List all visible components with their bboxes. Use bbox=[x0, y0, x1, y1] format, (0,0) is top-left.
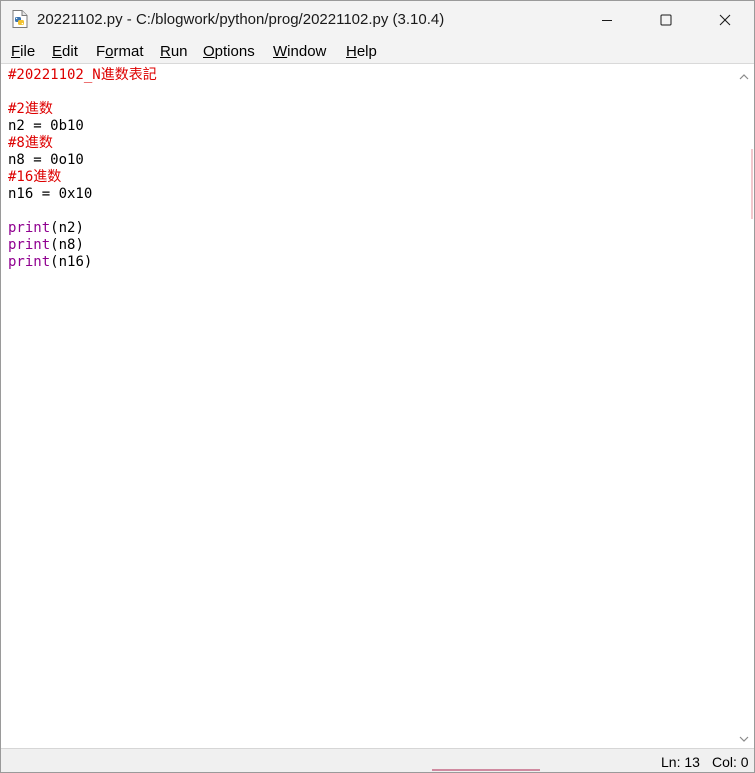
code-token-plain: (n16) bbox=[50, 254, 93, 270]
minimize-icon bbox=[602, 20, 612, 21]
menu-options-label: ptions bbox=[214, 43, 255, 60]
code-line[interactable]: #20221102_N進数表記 bbox=[8, 67, 157, 84]
menu-format-label: rmat bbox=[113, 43, 144, 60]
menu-window[interactable]: Window bbox=[273, 43, 326, 60]
code-editor[interactable]: #20221102_N進数表記 #2進数 n2 = 0b10 #8進数 n8 = 0o… bbox=[1, 64, 734, 748]
maximize-icon bbox=[660, 14, 672, 26]
menu-file[interactable]: File bbox=[11, 43, 35, 60]
title-bar[interactable]: 20221102.py - C:/blogwork/python/prog/20… bbox=[1, 1, 754, 39]
menu-options-accel: O bbox=[203, 43, 215, 60]
menu-file-label: ile bbox=[20, 43, 36, 60]
menu-format-prefix: F bbox=[96, 43, 106, 60]
menu-format-accel: o bbox=[105, 43, 114, 60]
menu-format[interactable]: Format bbox=[96, 43, 144, 60]
code-token-comment: #20221102_N進数表記 bbox=[8, 67, 157, 83]
code-line[interactable]: print(n2) bbox=[8, 220, 157, 237]
code-text[interactable]: #20221102_N進数表記 #2進数 n2 = 0b10 #8進数 n8 = 0o… bbox=[8, 67, 157, 271]
maximize-button[interactable] bbox=[637, 1, 695, 39]
code-line[interactable]: print(n8) bbox=[8, 237, 157, 254]
minimize-button[interactable] bbox=[578, 1, 636, 39]
code-token-plain: n8 = 0o10 bbox=[8, 152, 84, 168]
code-line[interactable]: n2 = 0b10 bbox=[8, 118, 157, 135]
code-token-builtin: print bbox=[8, 254, 51, 270]
menu-edit[interactable]: Edit bbox=[52, 43, 78, 60]
code-token-comment: #8進数 bbox=[8, 135, 53, 151]
window-title: 20221102.py - C:/blogwork/python/prog/20… bbox=[37, 11, 445, 28]
close-button[interactable] bbox=[696, 1, 754, 39]
menu-options[interactable]: Options bbox=[203, 43, 255, 60]
code-token-plain: (n2) bbox=[50, 220, 84, 236]
code-token-comment: #16進数 bbox=[8, 169, 62, 185]
code-line[interactable]: print(n16) bbox=[8, 254, 157, 271]
code-token-comment: #2進数 bbox=[8, 101, 53, 117]
code-line[interactable]: #16進数 bbox=[8, 169, 157, 186]
scroll-up-arrow-icon[interactable] bbox=[738, 69, 750, 80]
status-bar: Ln: 13 Col: 0 bbox=[1, 748, 754, 772]
code-line[interactable]: n16 = 0x10 bbox=[8, 186, 157, 203]
menu-help-label: elp bbox=[356, 43, 377, 60]
code-line[interactable]: #8進数 bbox=[8, 135, 157, 152]
close-icon bbox=[719, 14, 731, 26]
status-column-number: Col: 0 bbox=[712, 754, 749, 770]
menu-run-accel: R bbox=[160, 43, 171, 60]
menu-file-accel: F bbox=[11, 43, 21, 60]
menu-help[interactable]: Help bbox=[346, 43, 377, 60]
code-line[interactable] bbox=[8, 84, 157, 101]
scroll-down-arrow-icon[interactable] bbox=[738, 731, 750, 742]
vertical-scrollbar[interactable] bbox=[734, 64, 754, 748]
menu-bar: File Edit Format Run Options Window Help bbox=[1, 39, 754, 64]
menu-help-accel: H bbox=[346, 43, 357, 60]
menu-window-accel: W bbox=[273, 43, 288, 60]
menu-run[interactable]: Run bbox=[160, 43, 188, 60]
python-file-icon bbox=[12, 10, 28, 28]
code-token-builtin: print bbox=[8, 220, 51, 236]
code-token-plain: n16 = 0x10 bbox=[8, 186, 93, 202]
code-token-builtin: print bbox=[8, 237, 51, 253]
code-line[interactable]: n8 = 0o10 bbox=[8, 152, 157, 169]
menu-edit-label: dit bbox=[62, 43, 78, 60]
status-line-number: Ln: 13 bbox=[661, 754, 700, 770]
code-token-plain: n2 = 0b10 bbox=[8, 118, 84, 134]
code-line[interactable] bbox=[8, 203, 157, 220]
menu-run-label: un bbox=[170, 43, 188, 60]
scrollbar-highlight-mark bbox=[751, 149, 753, 219]
menu-window-label: indow bbox=[287, 43, 327, 60]
menu-edit-accel: E bbox=[52, 43, 63, 60]
idle-editor-window: 20221102.py - C:/blogwork/python/prog/20… bbox=[0, 0, 755, 773]
code-token-plain: (n8) bbox=[50, 237, 84, 253]
taskbar-accent-strip bbox=[432, 769, 540, 771]
code-line[interactable]: #2進数 bbox=[8, 101, 157, 118]
